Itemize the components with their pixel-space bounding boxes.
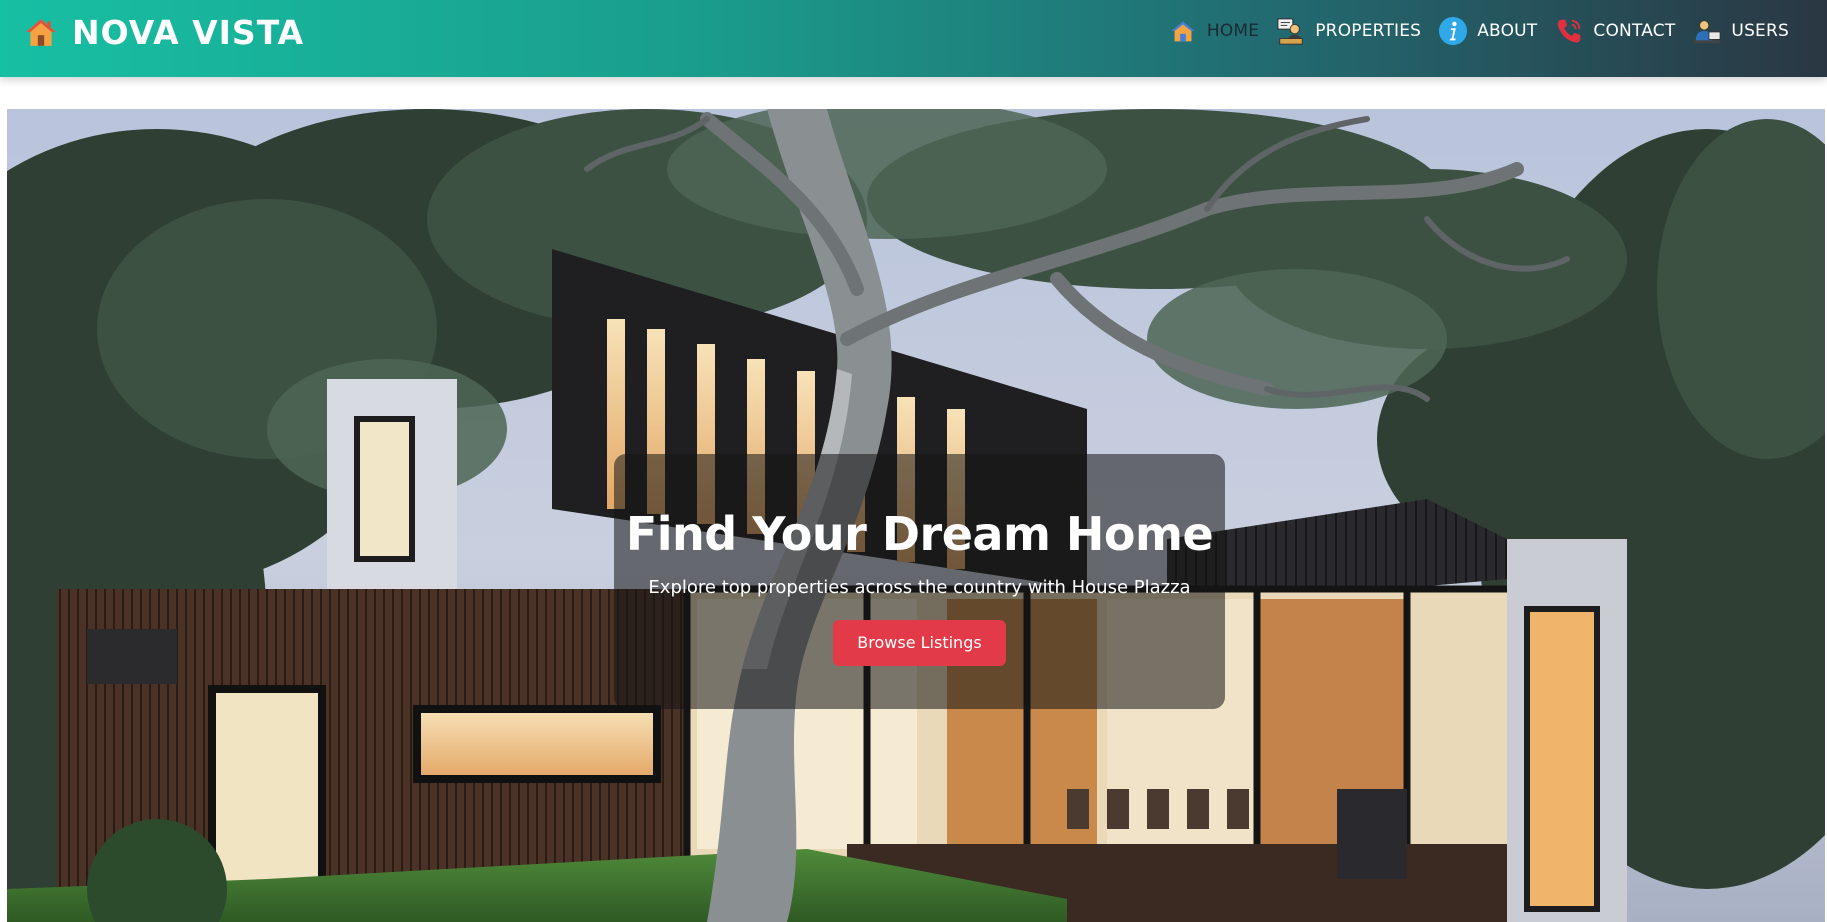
- hero-title: Find Your Dream Home: [625, 507, 1214, 561]
- info-icon: [1439, 16, 1468, 46]
- agent-desk-icon: [1277, 18, 1303, 45]
- nav-label-properties: PROPERTIES: [1315, 21, 1422, 41]
- nav-item-home[interactable]: HOME: [1168, 16, 1259, 46]
- nav-label-home: HOME: [1206, 21, 1260, 41]
- nav-item-properties[interactable]: PROPERTIES: [1276, 16, 1421, 46]
- phone-icon: [1558, 19, 1581, 43]
- nav-item-contact[interactable]: CONTACT: [1554, 16, 1675, 46]
- users-icon: [1694, 20, 1722, 44]
- hero-section: Find Your Dream Home Explore top propert…: [7, 109, 1825, 922]
- nav-label-users: USERS: [1731, 21, 1789, 41]
- top-navbar: NOVA VISTA HOME PROPERTIES ABOUT CONTACT…: [0, 0, 1827, 77]
- main-nav: HOME PROPERTIES ABOUT CONTACT USERS: [1168, 14, 1789, 48]
- nav-label-about: ABOUT: [1477, 21, 1538, 41]
- hero-card: Find Your Dream Home Explore top propert…: [614, 454, 1225, 709]
- hero-subtitle: Explore top properties across the countr…: [648, 577, 1191, 598]
- nav-label-contact: CONTACT: [1593, 21, 1676, 41]
- nav-item-about[interactable]: ABOUT: [1438, 16, 1537, 46]
- house-icon: [1171, 21, 1195, 42]
- house-icon: [26, 19, 56, 46]
- brand-logo[interactable]: NOVA VISTA: [24, 12, 304, 52]
- brand-name: NOVA VISTA: [72, 12, 305, 52]
- browse-listings-button[interactable]: Browse Listings: [833, 620, 1006, 666]
- nav-item-users[interactable]: USERS: [1692, 16, 1789, 46]
